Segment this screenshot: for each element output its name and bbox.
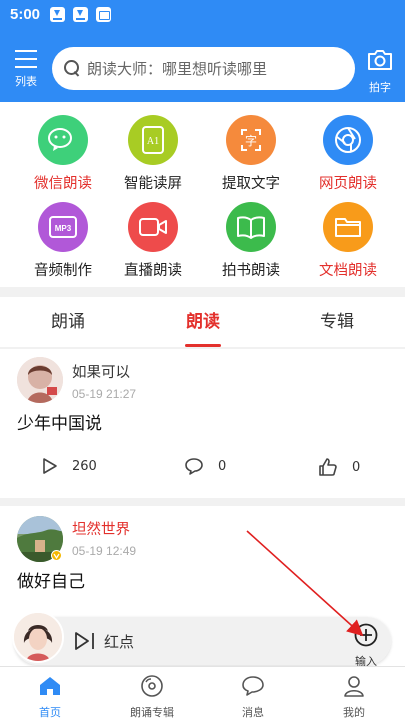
download-icon bbox=[73, 6, 89, 22]
feature-extract-text[interactable]: 字 提取文字 bbox=[206, 115, 296, 193]
like-count-value: 0 bbox=[352, 459, 361, 475]
svg-text:A1: A1 bbox=[147, 136, 159, 147]
play-icon bbox=[43, 458, 57, 474]
vip-badge-icon bbox=[51, 550, 62, 561]
play-count-value: 260 bbox=[72, 458, 97, 474]
post-username[interactable]: 如果可以 bbox=[72, 361, 130, 382]
feature-live-read[interactable]: 直播朗读 bbox=[108, 202, 198, 280]
post-time: 05-19 12:49 bbox=[72, 544, 137, 558]
add-input-button[interactable]: 输入 bbox=[346, 623, 386, 668]
post-title[interactable]: 少年中国说 bbox=[17, 409, 102, 434]
menu-button[interactable]: 列表 bbox=[8, 48, 44, 92]
status-bar: 5:00 bbox=[10, 4, 112, 24]
feature-label: 网页朗读 bbox=[319, 176, 377, 192]
wechat-icon bbox=[38, 115, 88, 165]
profile-icon bbox=[344, 676, 364, 697]
nav-profile[interactable]: 我的 bbox=[304, 675, 404, 720]
like-count[interactable]: 0 bbox=[318, 457, 360, 477]
feature-audio-make[interactable]: MP3 音频制作 bbox=[18, 202, 108, 280]
content-tabs: 朗诵 朗读 专辑 bbox=[0, 297, 405, 347]
avatar[interactable] bbox=[17, 357, 63, 403]
svg-text:MP3: MP3 bbox=[55, 224, 72, 233]
home-icon bbox=[40, 677, 60, 695]
thumbs-up-icon bbox=[319, 458, 337, 476]
feature-label: 拍书朗读 bbox=[222, 263, 280, 279]
extract-text-icon: 字 bbox=[226, 115, 276, 165]
mp3-icon: MP3 bbox=[38, 202, 88, 252]
comment-count[interactable]: 0 bbox=[184, 457, 226, 475]
comment-count-value: 0 bbox=[218, 458, 227, 474]
feature-web-read[interactable]: 网页朗读 bbox=[303, 115, 393, 193]
feature-label: 微信朗读 bbox=[34, 176, 92, 192]
nav-label: 消息 bbox=[242, 706, 264, 719]
search-input[interactable] bbox=[87, 59, 327, 78]
status-time: 5:00 bbox=[10, 5, 41, 23]
player-avatar[interactable] bbox=[12, 611, 64, 663]
feature-label: 文档朗读 bbox=[319, 263, 377, 279]
feature-smart-screen-read[interactable]: A1 智能读屏 bbox=[108, 115, 198, 193]
image-icon bbox=[96, 6, 112, 22]
comment-icon bbox=[185, 458, 203, 475]
feature-label: 音频制作 bbox=[34, 263, 92, 279]
menu-icon bbox=[15, 50, 37, 68]
feature-book-photo-read[interactable]: 拍书朗读 bbox=[206, 202, 296, 280]
open-book-icon bbox=[226, 202, 276, 252]
nav-home[interactable]: 首页 bbox=[0, 675, 100, 720]
svg-text:字: 字 bbox=[245, 133, 257, 148]
active-tab-indicator bbox=[185, 344, 221, 347]
add-circle-icon bbox=[354, 623, 378, 647]
nav-recitation-album[interactable]: 朗诵专辑 bbox=[102, 675, 202, 720]
tab-label: 专辑 bbox=[320, 312, 354, 332]
message-icon bbox=[242, 676, 264, 696]
feature-grid: 微信朗读 A1 智能读屏 字 提取文字 网页朗读 MP3 音频制作 直播朗读 拍 bbox=[0, 102, 405, 287]
nav-messages[interactable]: 消息 bbox=[203, 675, 303, 720]
tab-label: 朗诵 bbox=[51, 312, 85, 332]
camera-icon bbox=[368, 50, 392, 70]
tab-album[interactable]: 专辑 bbox=[277, 297, 397, 347]
tab-recitation[interactable]: 朗诵 bbox=[8, 297, 128, 347]
camera-label: 拍字 bbox=[369, 81, 391, 94]
browser-icon bbox=[323, 115, 373, 165]
folder-icon bbox=[323, 202, 373, 252]
tab-label: 朗读 bbox=[186, 312, 220, 332]
download-icon bbox=[50, 6, 66, 22]
menu-label: 列表 bbox=[15, 75, 37, 88]
video-camera-icon bbox=[128, 202, 178, 252]
post-username[interactable]: 坦然世界 bbox=[72, 518, 130, 539]
post-title[interactable]: 做好自己 bbox=[17, 567, 85, 592]
feature-label: 直播朗读 bbox=[124, 263, 182, 279]
post-card[interactable]: 如果可以 05-19 21:27 少年中国说 260 0 0 bbox=[0, 349, 405, 498]
top-bar: 5:00 列表 拍字 bbox=[0, 0, 405, 102]
feature-document-read[interactable]: 文档朗读 bbox=[303, 202, 393, 280]
disc-icon bbox=[141, 675, 163, 697]
post-time: 05-19 21:27 bbox=[72, 387, 137, 401]
mini-player[interactable]: 红点 输入 bbox=[12, 611, 391, 668]
ai-screen-icon: A1 bbox=[128, 115, 178, 165]
play-next-icon[interactable] bbox=[74, 631, 96, 651]
player-track-title: 红点 bbox=[104, 633, 135, 651]
feature-label: 智能读屏 bbox=[124, 176, 182, 192]
nav-label: 首页 bbox=[39, 706, 61, 719]
bottom-navigation: 首页 朗诵专辑 消息 我的 bbox=[0, 666, 405, 720]
nav-label: 我的 bbox=[343, 706, 365, 719]
feature-label: 提取文字 bbox=[222, 176, 280, 192]
search-bar[interactable] bbox=[52, 47, 355, 90]
tab-reading[interactable]: 朗读 bbox=[143, 297, 263, 347]
nav-label: 朗诵专辑 bbox=[130, 706, 174, 719]
feature-wechat-read[interactable]: 微信朗读 bbox=[18, 115, 108, 193]
camera-button[interactable]: 拍字 bbox=[362, 48, 398, 94]
search-icon bbox=[64, 60, 81, 77]
play-count[interactable]: 260 bbox=[42, 457, 97, 475]
